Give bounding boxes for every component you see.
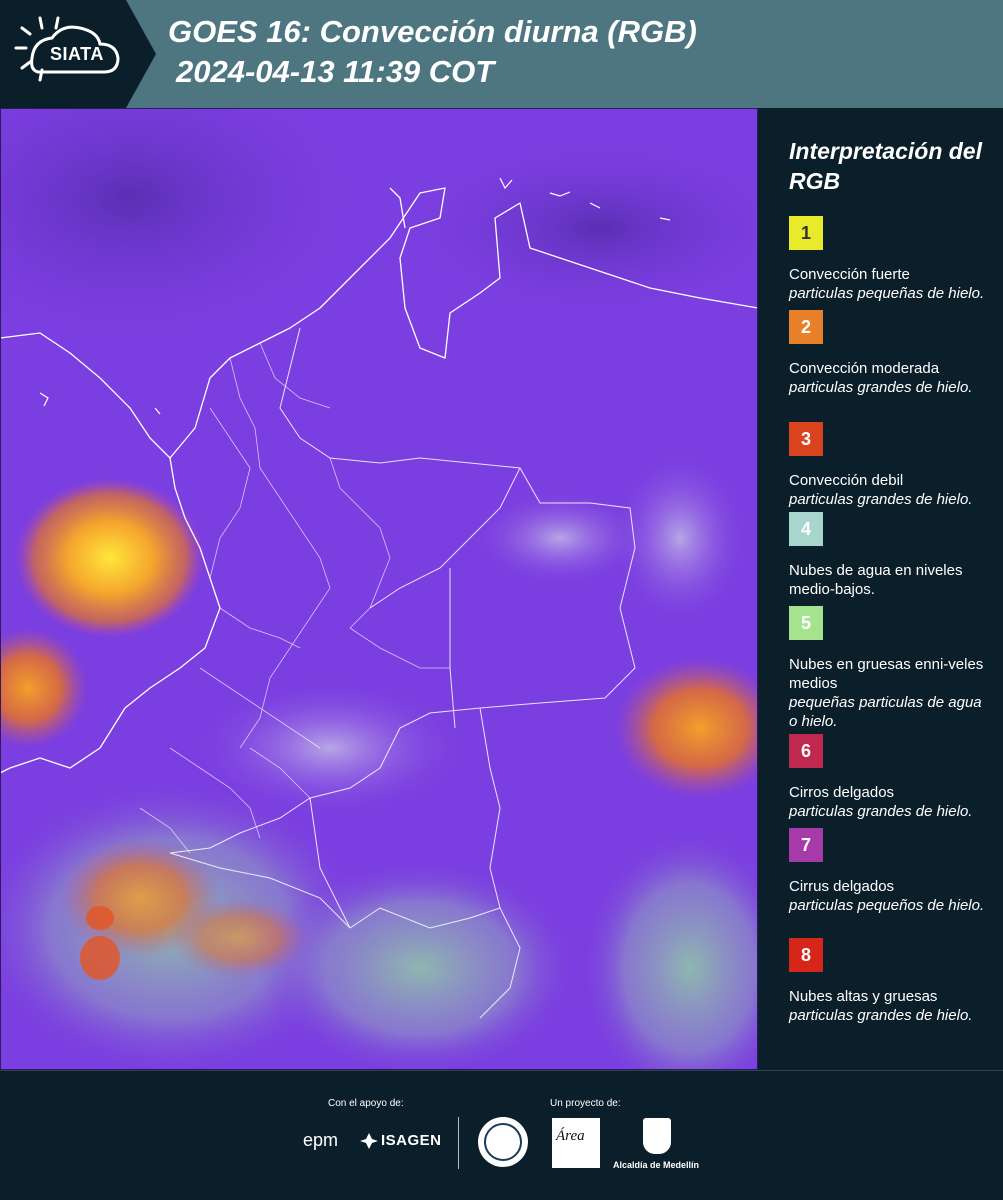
- footer: Con el apoyo de: Un proyecto de: epm ISA…: [0, 1070, 1003, 1200]
- legend-sub: particulas pequeños de hielo.: [789, 897, 985, 914]
- legend-title: Interpretación del RGB: [789, 138, 982, 194]
- satellite-map: [0, 108, 758, 1070]
- legend-swatch: 7: [789, 828, 823, 862]
- cloud-field: [260, 858, 580, 1070]
- legend-item-4: 4 Nubes de agua en niveles medio-bajos.: [789, 512, 989, 599]
- legend-label: Convección moderada: [789, 360, 940, 377]
- convection-cell: [170, 898, 310, 978]
- isagen-logo: ISAGEN: [381, 1132, 442, 1149]
- page-title: GOES 16: Convección diurna (RGB): [168, 14, 697, 49]
- cloud-field: [610, 448, 750, 628]
- alcaldia-logo-text: Alcaldía de Medellín: [613, 1160, 700, 1170]
- header: SIATA GOES 16: Convección diurna (RGB) 2…: [0, 0, 1003, 108]
- legend-item-7: 7 Cirrus delgados particulas pequeños de…: [789, 828, 989, 915]
- footer-divider: [0, 1070, 1003, 1071]
- isagen-logo-icon: [360, 1133, 378, 1149]
- logo-divider: [458, 1117, 459, 1169]
- legend-sub: particulas grandes de hielo.: [789, 491, 973, 508]
- legend-swatch: 6: [789, 734, 823, 768]
- area-logo-text: Área: [556, 1128, 585, 1144]
- cloud-field: [190, 678, 470, 818]
- legend-swatch: 5: [789, 606, 823, 640]
- legend-swatch: 1: [789, 216, 823, 250]
- government-seal-icon: [478, 1117, 528, 1167]
- legend-label: Cirrus delgados: [789, 878, 895, 895]
- legend-panel: Interpretación del RGB 1 Convección fuer…: [758, 108, 1003, 1070]
- legend-label: Nubes altas y gruesas: [789, 988, 938, 1005]
- convection-cell: [86, 906, 114, 930]
- legend-swatch: 8: [789, 938, 823, 972]
- legend-sub: particulas pequeñas de hielo.: [789, 285, 985, 302]
- legend-item-5: 5 Nubes en gruesas enni-veles medios peq…: [789, 606, 989, 731]
- legend-label: Nubes de agua en niveles medio-bajos.: [789, 562, 963, 598]
- legend-item-2: 2 Convección moderada particulas grandes…: [789, 310, 989, 397]
- legend-sub: particulas grandes de hielo.: [789, 1007, 973, 1024]
- legend-label: Nubes en gruesas enni-veles medios: [789, 656, 984, 692]
- legend-label: Cirros delgados: [789, 784, 895, 801]
- legend-swatch: 4: [789, 512, 823, 546]
- seal-ring: [484, 1123, 522, 1161]
- legend-item-1: 1 Convección fuerte particulas pequeñas …: [789, 216, 989, 303]
- legend-item-3: 3 Convección debil particulas grandes de…: [789, 422, 989, 509]
- page-timestamp: 2024-04-13 11:39 COT: [176, 54, 495, 89]
- legend-label: Convección fuerte: [789, 266, 910, 283]
- legend-item-8: 8 Nubes altas y gruesas particulas grand…: [789, 938, 989, 1025]
- epm-logo: epm: [303, 1130, 339, 1150]
- legend-swatch: 2: [789, 310, 823, 344]
- map-svg: [0, 108, 758, 1070]
- legend-sub: particulas grandes de hielo.: [789, 803, 973, 820]
- legend-sub: pequeñas particulas de agua o hielo.: [789, 694, 982, 730]
- support-label: Con el apoyo de:: [328, 1098, 404, 1109]
- legend-label: Convección debil: [789, 472, 904, 489]
- alcaldia-shield-icon: [643, 1118, 671, 1154]
- logo-tab: SIATA: [0, 0, 156, 108]
- logo-text: SIATA: [50, 44, 104, 64]
- legend-swatch: 3: [789, 422, 823, 456]
- area-metropolitana-logo: Área: [552, 1118, 600, 1168]
- legend-sub: particulas grandes de hielo.: [789, 379, 973, 396]
- convection-cell: [80, 936, 120, 980]
- legend-item-6: 6 Cirros delgados particulas grandes de …: [789, 734, 989, 821]
- project-label: Un proyecto de:: [550, 1098, 621, 1109]
- convection-cell: [15, 478, 205, 638]
